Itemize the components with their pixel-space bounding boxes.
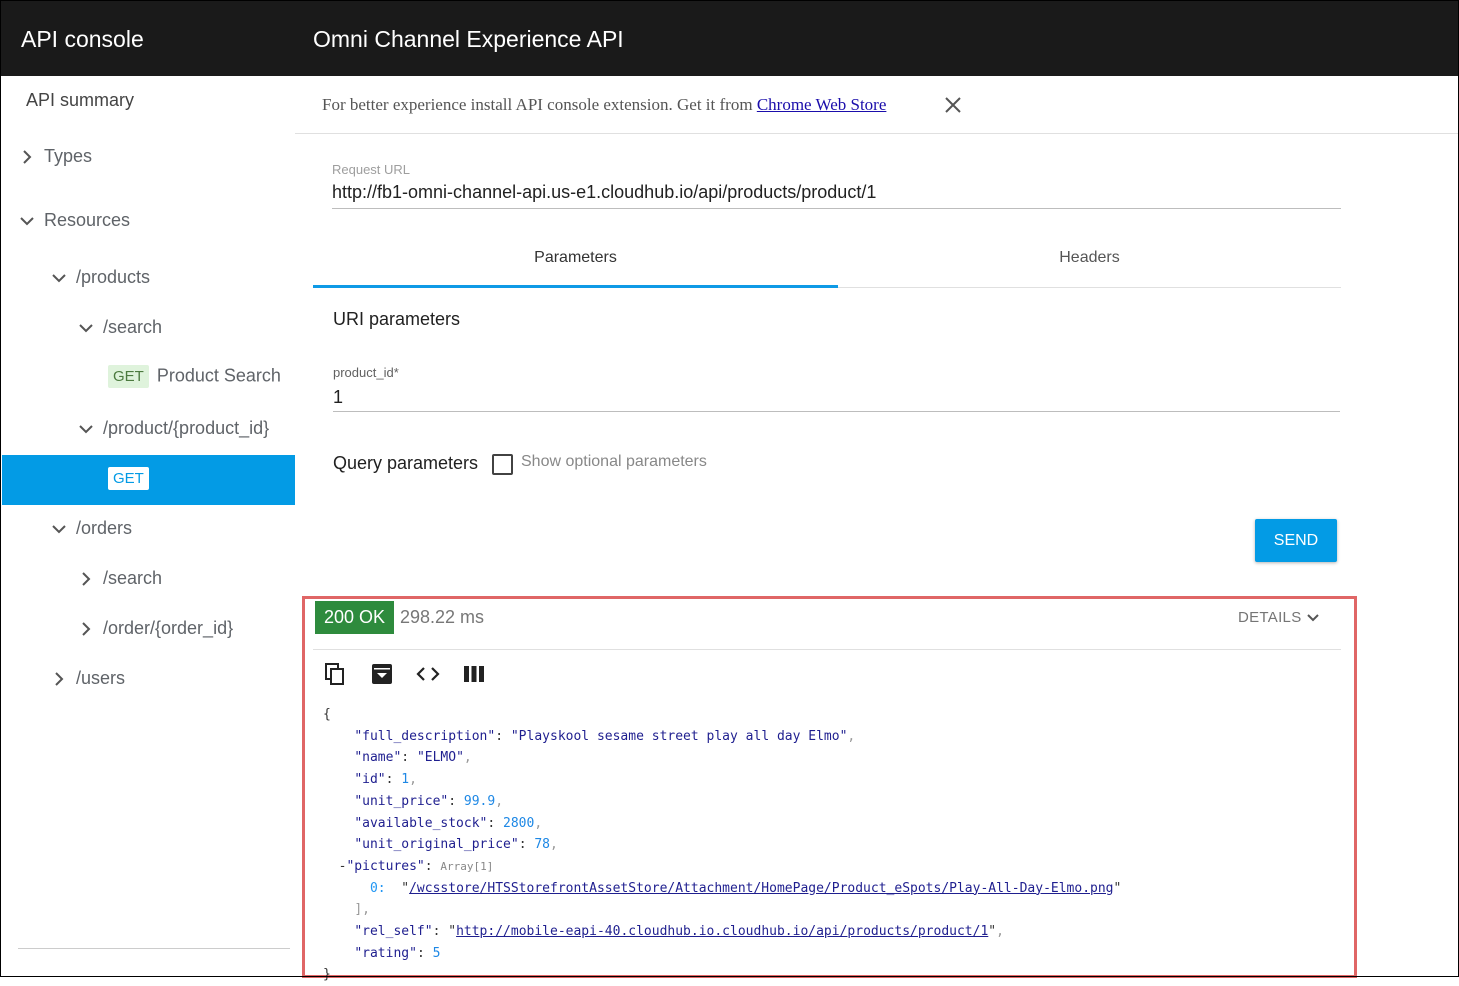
chevron-right-icon <box>82 572 91 586</box>
request-tabs: Parameters Headers <box>313 242 1341 288</box>
chevron-down-icon <box>1307 614 1319 622</box>
sidebar-item-label: /users <box>76 668 126 688</box>
banner-message: For better experience install API consol… <box>322 95 757 114</box>
chevron-down-icon <box>79 324 93 333</box>
sidebar-item-product-id[interactable]: /product/{product_id} <box>77 418 269 439</box>
method-badge: GET <box>108 467 149 490</box>
chevron-right-icon <box>82 622 91 636</box>
show-optional-label: Show optional parameters <box>521 453 707 470</box>
app-title: API console <box>21 26 144 52</box>
product-id-label: product_id* <box>333 365 399 380</box>
json-value: 99.9 <box>463 793 496 809</box>
json-key: "name" <box>354 750 402 766</box>
chevron-down-icon <box>20 217 34 226</box>
columns-icon[interactable] <box>461 661 487 687</box>
response-time: 298.22 ms <box>400 607 485 627</box>
product-id-underline <box>333 411 1340 412</box>
sidebar-item-resources[interactable]: Resources <box>18 210 130 231</box>
picture-link[interactable]: /wcsstore/HTSStorefrontAssetStore/Attach… <box>409 881 1113 896</box>
sidebar-item-label: Product Search <box>156 365 281 386</box>
json-brace: { <box>323 707 331 722</box>
details-toggle[interactable]: DETAILS <box>1238 609 1320 626</box>
details-label: DETAILS <box>1238 609 1302 626</box>
sidebar-item-label: /products <box>76 267 151 287</box>
sidebar-divider <box>18 948 290 949</box>
query-parameters-title: Query parameters <box>333 453 479 473</box>
json-key: "rating" <box>354 945 417 961</box>
uri-parameters-title: URI parameters <box>333 309 461 329</box>
json-key: "unit_original_price" <box>354 837 519 853</box>
sidebar-item-types[interactable]: Types <box>18 146 92 167</box>
json-key: "rel_self" <box>354 924 433 940</box>
json-value: "Playskool sesame street play all day El… <box>510 728 848 744</box>
json-key: "id" <box>354 772 386 788</box>
chevron-down-icon <box>52 525 66 534</box>
sidebar-item-label: /search <box>103 568 163 588</box>
tab-headers[interactable]: Headers <box>838 242 1341 285</box>
json-key: "full_description" <box>354 728 496 744</box>
sidebar-item-label: /product/{product_id} <box>103 418 270 438</box>
chevron-down-icon <box>79 425 93 434</box>
send-button[interactable]: SEND <box>1255 519 1337 562</box>
response-divider <box>313 649 1341 650</box>
sidebar-item-label: Resources <box>44 210 131 230</box>
json-key: "unit_price" <box>354 793 449 809</box>
product-id-field[interactable]: 1 <box>333 387 343 408</box>
close-icon[interactable] <box>943 95 963 115</box>
tab-parameters[interactable]: Parameters <box>313 242 838 285</box>
sidebar-item-label: /order/{order_id} <box>103 618 234 638</box>
chevron-down-icon <box>52 274 66 283</box>
json-bracket: ], <box>354 902 370 918</box>
save-icon[interactable] <box>369 661 395 687</box>
request-url-input[interactable]: http://fb1-omni-channel-api.us-e1.cloudh… <box>332 182 876 203</box>
request-url-label: Request URL <box>332 162 411 177</box>
json-value: 2800 <box>503 815 535 831</box>
chevron-right-icon <box>23 150 32 164</box>
rel-self-link[interactable]: http://mobile-eapi-40.cloudhub.io.cloudh… <box>456 924 988 939</box>
code-icon[interactable] <box>415 661 441 687</box>
json-value: 5 <box>432 945 441 961</box>
json-key: "pictures" <box>346 858 425 874</box>
sidebar-item-orders-search[interactable]: /search <box>77 568 162 589</box>
json-key: "available_stock" <box>354 815 488 831</box>
banner-text: For better experience install API consol… <box>322 95 886 115</box>
json-value: "ELMO" <box>416 750 464 766</box>
api-title: Omni Channel Experience API <box>313 26 624 52</box>
sidebar-item-label: /orders <box>76 518 133 538</box>
sidebar: API summary Types Resources /products /s… <box>2 76 295 976</box>
json-brace: } <box>323 967 331 983</box>
sidebar-item-label: /search <box>103 317 163 337</box>
json-meta: Array[1] <box>440 859 494 873</box>
response-panel: 200 OK 298.22 ms DETAILS { "full_descrip… <box>302 596 1357 982</box>
sidebar-item-product-search[interactable]: GET Product Search <box>108 365 281 388</box>
json-value: 78 <box>534 837 550 853</box>
sidebar-item-order-id[interactable]: /order/{order_id} <box>77 618 233 639</box>
json-index: 0: <box>369 880 386 896</box>
request-url-underline <box>332 208 1341 209</box>
json-value: 1 <box>401 772 410 788</box>
extension-banner: For better experience install API consol… <box>295 76 1459 134</box>
chrome-web-store-link[interactable]: Chrome Web Store <box>757 95 887 114</box>
show-optional-checkbox[interactable] <box>492 454 513 475</box>
sidebar-item-products[interactable]: /products <box>50 267 150 288</box>
top-bar: API console Omni Channel Experience API <box>0 0 1459 76</box>
sidebar-item-api-summary[interactable]: API summary <box>26 90 134 111</box>
sidebar-item-orders[interactable]: /orders <box>50 518 132 539</box>
chevron-right-icon <box>55 672 64 686</box>
method-badge: GET <box>108 365 149 388</box>
status-badge: 200 OK <box>315 601 395 634</box>
sidebar-item-products-search[interactable]: /search <box>77 317 162 338</box>
active-tab-indicator <box>313 285 838 288</box>
response-json: { "full_description": "Playskool sesame … <box>323 707 1122 983</box>
sidebar-item-product-get-selected[interactable]: GET <box>2 455 295 505</box>
copy-icon[interactable] <box>323 661 349 687</box>
sidebar-item-users[interactable]: /users <box>50 668 125 689</box>
sidebar-item-label: Types <box>44 146 93 166</box>
